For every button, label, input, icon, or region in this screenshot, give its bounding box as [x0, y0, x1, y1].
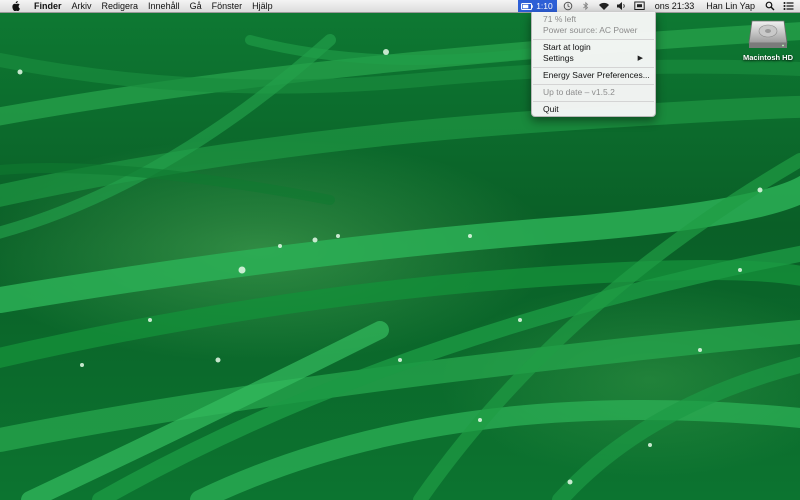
- display-icon[interactable]: [634, 0, 646, 12]
- battery-menu-extra[interactable]: 1:10: [518, 0, 557, 12]
- submenu-arrow-icon: ▶: [637, 55, 643, 62]
- battery-percent-label: 71 % left: [543, 14, 577, 24]
- menu-separator: [533, 84, 654, 85]
- menu-separator: [533, 39, 654, 40]
- hard-drive-icon[interactable]: [748, 17, 788, 49]
- settings-item[interactable]: Settings ▶: [543, 53, 647, 64]
- menu-hjalp[interactable]: Hjälp: [247, 0, 278, 12]
- power-source-label: Power source: AC Power: [543, 25, 638, 35]
- menu-finder[interactable]: Finder: [29, 0, 67, 12]
- menu-ga[interactable]: Gå: [185, 0, 207, 12]
- battery-icon: [521, 2, 533, 10]
- menu-separator: [533, 101, 654, 102]
- menu-redigera[interactable]: Redigera: [97, 0, 144, 12]
- apple-menu-icon[interactable]: [9, 0, 21, 12]
- energy-saver-preferences-item[interactable]: Energy Saver Preferences...: [543, 70, 650, 81]
- fast-user-switch[interactable]: Han Lin Yap: [700, 0, 761, 12]
- start-at-login-item[interactable]: Start at login: [543, 42, 647, 53]
- menu-innehall[interactable]: Innehåll: [143, 0, 185, 12]
- menu-bar-right: 1:10 ons 21:33 Han Lin Yap: [518, 0, 800, 12]
- hard-drive-label[interactable]: Macintosh HD: [738, 53, 798, 62]
- battery-dropdown-menu: 71 % left Power source: AC Power Start a…: [531, 12, 656, 117]
- wifi-icon[interactable]: [598, 0, 610, 12]
- menu-fonster[interactable]: Fönster: [207, 0, 248, 12]
- time-machine-icon[interactable]: [562, 0, 574, 12]
- search-icon[interactable]: [764, 0, 776, 12]
- menu-bar: Finder Arkiv Redigera Innehåll Gå Fönste…: [0, 0, 800, 13]
- menu-separator: [533, 67, 654, 68]
- menu-clock[interactable]: ons 21:33: [649, 0, 701, 12]
- volume-icon[interactable]: [616, 0, 628, 12]
- settings-label: Settings: [543, 53, 574, 63]
- desktop-wallpaper: [0, 0, 800, 500]
- battery-time: 1:10: [536, 1, 553, 11]
- notification-list-icon[interactable]: [782, 0, 794, 12]
- update-status-label: Up to date – v1.5.2: [543, 87, 615, 97]
- menu-bar-left: Finder Arkiv Redigera Innehåll Gå Fönste…: [0, 0, 278, 12]
- bluetooth-icon[interactable]: [580, 0, 592, 12]
- quit-item[interactable]: Quit: [543, 104, 647, 115]
- menu-arkiv[interactable]: Arkiv: [67, 0, 97, 12]
- grass-blades: [0, 22, 800, 500]
